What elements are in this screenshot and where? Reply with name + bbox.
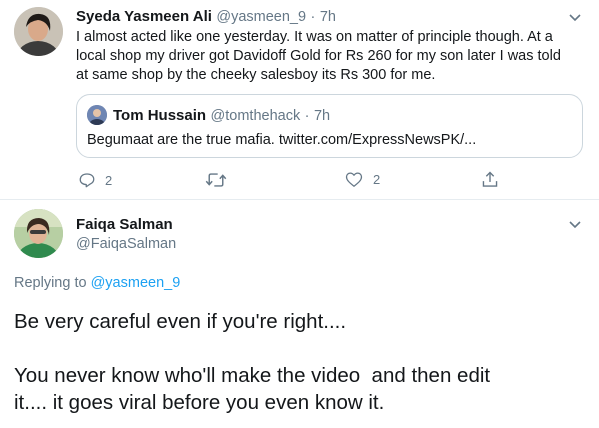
tweet1-more-chevron-icon[interactable] [568, 10, 582, 28]
quoted-tweet-time: 7h [313, 108, 331, 124]
tweet1-text-line-3: at same shop by the cheeky salesboy its … [76, 67, 436, 83]
quoted-tweet-author-name: Tom Hussain [113, 107, 207, 124]
tweet1-author-name[interactable]: Syeda Yasmeen Ali [76, 8, 212, 25]
tweet1-text-line-1: I almost acted like one yesterday. It wa… [76, 29, 553, 45]
tweet2-paragraph-1: Be very careful even if you're right.... [14, 310, 347, 333]
like-button[interactable]: 2 [345, 171, 380, 188]
share-button[interactable] [481, 170, 499, 189]
tweet2-more-chevron-icon[interactable] [568, 217, 582, 235]
like-count: 2 [373, 172, 381, 187]
quoted-tweet-text: Begumaat are the true mafia. twitter.com… [87, 132, 477, 148]
share-icon [482, 171, 498, 187]
tweet1-text-line-2: local shop my driver got Davidoff Gold f… [76, 48, 561, 64]
quoted-tweet-handle: @tomthehack [210, 108, 301, 124]
heart-icon [345, 172, 363, 187]
reply-icon [79, 173, 95, 188]
avatar-faiqa[interactable] [14, 209, 63, 258]
tweet1-time[interactable]: 7h [320, 9, 336, 25]
reply-count: 2 [105, 172, 113, 188]
tweet2-paragraph-2-line-2: it.... it goes viral before you even kno… [14, 391, 385, 414]
tweet1-separator: · [310, 9, 316, 25]
avatar-image [14, 7, 63, 56]
tweet2-handle[interactable]: @FaiqaSalman [76, 236, 176, 252]
tweet2-paragraph-2-line-1: You never know who'll make the video and… [14, 364, 491, 387]
replying-to-handle-link[interactable]: @yasmeen_9 [91, 275, 181, 291]
replying-to: Replying to @yasmeen_9 [14, 275, 180, 291]
quoted-tweet-separator: · [304, 108, 310, 124]
tweet1-handle[interactable]: @yasmeen_9 [216, 9, 306, 25]
tweet-divider [0, 199, 599, 200]
quoted-tweet-avatar [87, 105, 107, 125]
reply-button[interactable]: 2 [78, 171, 112, 189]
avatar-image [14, 209, 63, 258]
retweet-button[interactable] [205, 171, 233, 189]
quoted-tweet-header: Tom Hussain @tomthehack · 7h [113, 107, 330, 125]
tweet1-text: I almost acted like one yesterday. It wa… [76, 28, 591, 85]
tweet2-text: Be very careful even if you're right....… [14, 308, 589, 416]
tweet2-author-name[interactable]: Faiqa Salman [76, 216, 173, 233]
quoted-tweet[interactable]: Tom Hussain @tomthehack · 7h Begumaat ar… [76, 94, 583, 158]
avatar-syeda[interactable] [14, 7, 63, 56]
tweet1-header: Syeda Yasmeen Ali @yasmeen_9 · 7h [76, 8, 336, 26]
replying-to-label: Replying to [14, 275, 87, 291]
retweet-icon [205, 173, 227, 187]
